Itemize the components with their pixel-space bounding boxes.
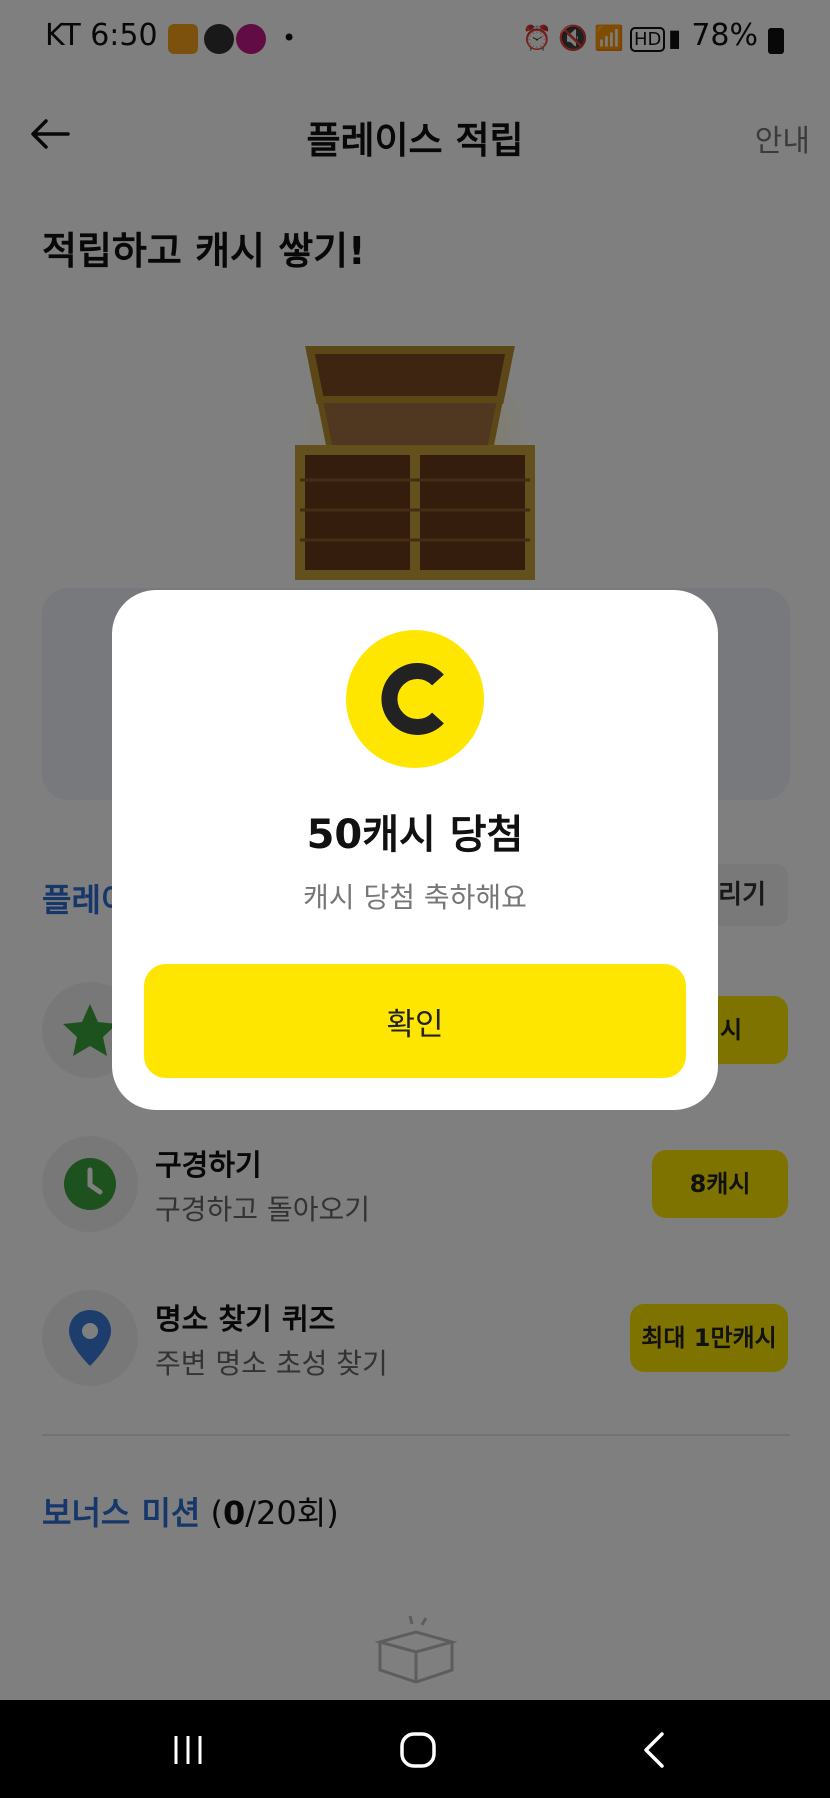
recent-apps-icon[interactable] bbox=[168, 1730, 208, 1770]
home-icon[interactable] bbox=[396, 1728, 440, 1772]
confirm-button[interactable]: 확인 bbox=[144, 964, 686, 1078]
back-nav-icon[interactable] bbox=[634, 1728, 674, 1772]
reward-dialog: 50캐시 당첨 캐시 당첨 축하해요 확인 bbox=[112, 590, 718, 1110]
dialog-title: 50캐시 당첨 bbox=[306, 812, 524, 858]
cash-coin-icon bbox=[346, 630, 484, 768]
system-nav-bar bbox=[0, 1700, 830, 1798]
dialog-subtitle: 캐시 당첨 축하해요 bbox=[303, 881, 527, 914]
coin-letter-icon bbox=[381, 663, 444, 735]
